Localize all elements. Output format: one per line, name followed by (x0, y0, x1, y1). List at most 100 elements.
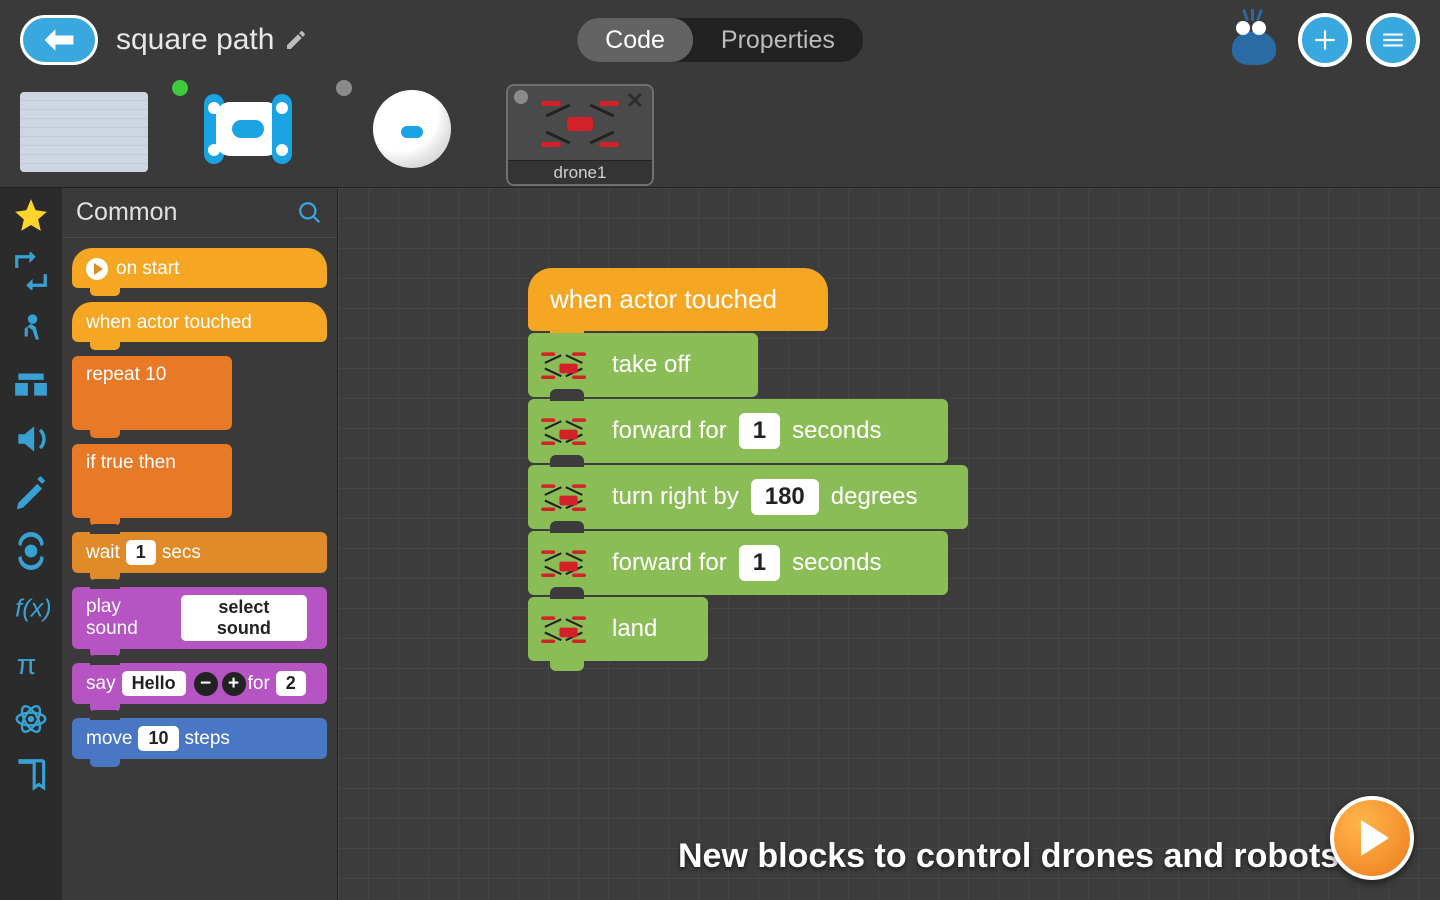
say-minus-button[interactable]: − (194, 672, 218, 696)
tab-code[interactable]: Code (577, 18, 693, 62)
project-title[interactable]: square path (116, 23, 308, 57)
block-label: degrees (831, 483, 918, 511)
hamburger-icon (1380, 27, 1406, 53)
category-sound-icon[interactable] (12, 420, 50, 458)
actor-close-button[interactable]: ✕ (626, 88, 644, 114)
block-label: for (248, 673, 270, 695)
tab-properties[interactable]: Properties (693, 18, 863, 62)
category-looks-icon[interactable] (12, 364, 50, 402)
top-bar: square path Code Properties (0, 0, 1440, 80)
add-button[interactable] (1298, 13, 1352, 67)
block-label: then (139, 452, 176, 473)
stage-grid-icon (20, 92, 148, 172)
block-move[interactable]: move 10 steps (72, 718, 327, 759)
view-tabs: Code Properties (577, 18, 863, 62)
play-flag-icon (86, 258, 108, 280)
back-arrow-icon (41, 26, 77, 54)
block-label: say (86, 673, 116, 695)
block-label: if (86, 452, 96, 473)
block-on-start[interactable]: on start (72, 248, 327, 288)
drone-icon (544, 418, 583, 443)
stage-thumbnail[interactable] (14, 84, 154, 174)
drone-icon (545, 101, 615, 145)
palette-search-icon[interactable] (297, 200, 323, 226)
canvas-block-land[interactable]: land (528, 597, 708, 661)
forward-seconds-input[interactable]: 1 (739, 545, 780, 581)
block-label: secs (162, 542, 201, 564)
back-button[interactable] (20, 15, 98, 65)
block-label: take off (612, 351, 690, 379)
block-say[interactable]: say Hello − + for 2 (72, 663, 327, 704)
forward-seconds-input[interactable]: 1 (739, 413, 780, 449)
palette-body[interactable]: on start when actor touched repeat 10 if… (62, 238, 337, 900)
actor-sphero-ball[interactable] (342, 84, 482, 174)
drone-icon (544, 550, 583, 575)
category-favorites-icon[interactable] (12, 196, 50, 234)
if-condition-input[interactable]: true (101, 452, 134, 473)
palette-category-label: Common (76, 198, 177, 227)
actor-drone1-selected[interactable]: ✕ drone1 (506, 84, 654, 186)
category-control-icon[interactable] (12, 252, 50, 290)
edit-title-icon[interactable] (284, 28, 308, 52)
block-label: wait (86, 542, 120, 564)
status-dot-connected-icon (172, 80, 188, 96)
block-if-then[interactable]: if true then (72, 444, 232, 518)
block-label: seconds (792, 417, 881, 445)
actor-label: drone1 (508, 160, 652, 184)
canvas-block-turn-right[interactable]: turn right by 180 degrees (528, 465, 968, 529)
actor-bar: ✕ drone1 (0, 80, 1440, 188)
say-text-input[interactable]: Hello (122, 671, 186, 696)
category-draw-icon[interactable] (12, 476, 50, 514)
sphero-ball-icon (373, 90, 451, 168)
script-canvas[interactable]: when actor touched take off forward for … (338, 188, 1440, 900)
block-label: turn right by (612, 483, 739, 511)
canvas-block-forward-1[interactable]: forward for 1 seconds (528, 399, 948, 463)
category-sensing-icon[interactable] (12, 532, 50, 570)
category-physics-icon[interactable] (12, 700, 50, 738)
script-stack[interactable]: when actor touched take off forward for … (528, 268, 968, 661)
repeat-value-input[interactable]: 10 (145, 364, 166, 385)
category-operators-icon[interactable]: π (12, 644, 50, 682)
status-dot-disconnected-icon (336, 80, 352, 96)
block-label: steps (185, 728, 230, 750)
project-title-text: square path (116, 23, 274, 57)
say-duration-input[interactable]: 2 (276, 671, 306, 696)
category-library-icon[interactable] (12, 756, 50, 794)
drone-icon (544, 484, 583, 509)
category-motion-icon[interactable] (12, 308, 50, 346)
sound-select-input[interactable]: select sound (181, 595, 307, 641)
block-when-actor-touched[interactable]: when actor touched (72, 302, 327, 342)
canvas-hat-when-actor-touched[interactable]: when actor touched (528, 268, 828, 331)
block-label: seconds (792, 549, 881, 577)
category-functions-icon[interactable]: f(x) (12, 588, 50, 626)
turn-degrees-input[interactable]: 180 (751, 479, 819, 515)
run-button[interactable] (1330, 796, 1414, 880)
svg-text:π: π (17, 649, 37, 681)
promo-banner: New blocks to control drones and robots (678, 837, 1339, 876)
mascot-icon[interactable] (1224, 15, 1284, 65)
block-play-sound[interactable]: play sound select sound (72, 587, 327, 649)
drone-icon (544, 352, 583, 377)
block-palette: Common on start when actor touched repea… (62, 188, 338, 900)
block-label: forward for (612, 549, 727, 577)
block-label: when actor touched (550, 284, 777, 314)
block-label: repeat (86, 364, 140, 385)
wait-value-input[interactable]: 1 (126, 540, 156, 565)
canvas-block-forward-2[interactable]: forward for 1 seconds (528, 531, 948, 595)
block-label: when actor touched (86, 312, 252, 334)
palette-header: Common (62, 188, 337, 238)
menu-button[interactable] (1366, 13, 1420, 67)
block-repeat[interactable]: repeat 10 (72, 356, 232, 430)
say-plus-button[interactable]: + (222, 672, 246, 696)
block-label: on start (116, 258, 179, 280)
block-wait[interactable]: wait 1 secs (72, 532, 327, 573)
actor-sphero-ollie[interactable] (178, 84, 318, 174)
canvas-block-take-off[interactable]: take off (528, 333, 758, 397)
plus-icon (1312, 27, 1338, 53)
main-area: f(x) π Common on start when actor touche… (0, 188, 1440, 900)
move-steps-input[interactable]: 10 (138, 726, 178, 751)
block-label: move (86, 728, 132, 750)
ollie-robot-icon (204, 94, 292, 164)
block-label: land (612, 615, 657, 643)
drone-icon (544, 616, 583, 641)
